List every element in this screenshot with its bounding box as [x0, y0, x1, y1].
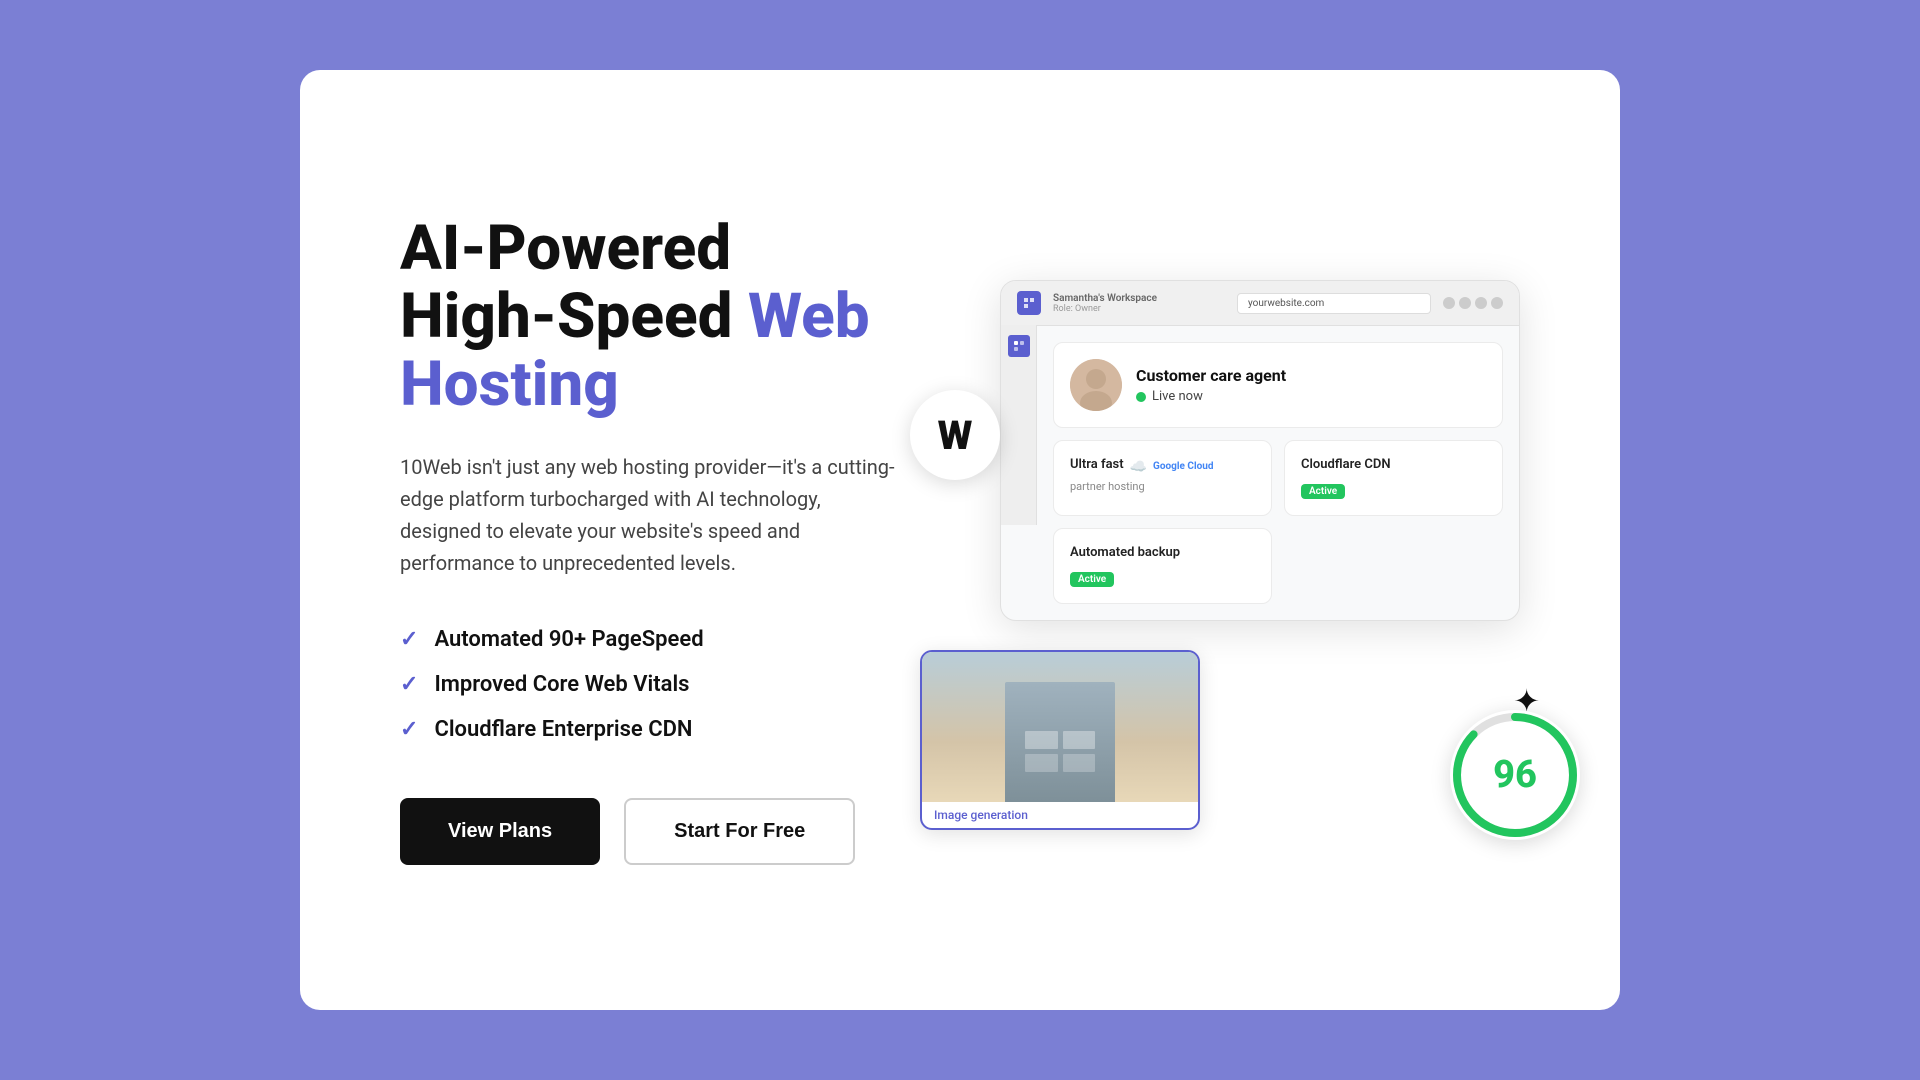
feature-label-3: Cloudflare Enterprise CDN: [434, 717, 692, 742]
cloudflare-status: Active: [1301, 484, 1345, 499]
live-dot: [1136, 392, 1146, 402]
toolbar-workspace: Samantha's Workspace: [1053, 293, 1225, 304]
score-circle-container: 96: [1450, 710, 1580, 840]
image-gen-preview: [922, 652, 1198, 802]
cloudflare-title: Cloudflare CDN: [1301, 457, 1486, 472]
agent-info: Customer care agent Live now: [1136, 366, 1286, 404]
agent-name: Customer care agent: [1136, 366, 1286, 385]
dashboard-sidebar: [1001, 325, 1037, 525]
toolbar-dot-1: [1443, 297, 1455, 309]
feature-item-1: ✓ Automated 90+ PageSpeed: [400, 627, 900, 652]
w-logo-bubble: W: [910, 390, 1000, 480]
toolbar-role: Role: Owner: [1053, 304, 1225, 314]
score-circle-bg: 96: [1450, 710, 1580, 840]
google-cloud-sub: partner hosting: [1070, 480, 1255, 493]
button-row: View Plans Start For Free: [400, 798, 900, 865]
cloudflare-card: Cloudflare CDN Active: [1284, 440, 1503, 516]
backup-card: Automated backup Active: [1053, 528, 1272, 604]
check-icon-1: ✓: [400, 627, 418, 652]
feature-list: ✓ Automated 90+ PageSpeed ✓ Improved Cor…: [400, 627, 900, 742]
feature-item-2: ✓ Improved Core Web Vitals: [400, 672, 900, 697]
feature-label-1: Automated 90+ PageSpeed: [434, 627, 703, 652]
toolbar-logo: [1017, 291, 1041, 315]
right-section: W Samantha's Workspace Role: Owner yourw…: [960, 280, 1520, 800]
backup-status: Active: [1070, 572, 1114, 587]
toolbar-dot-3: [1475, 297, 1487, 309]
google-cloud-brand: Google Cloud: [1153, 461, 1213, 472]
description: 10Web isn't just any web hosting provide…: [400, 451, 900, 579]
start-for-free-button[interactable]: Start For Free: [624, 798, 855, 865]
toolbar-info: Samantha's Workspace Role: Owner: [1053, 293, 1225, 314]
toolbar-url: yourwebsite.com: [1237, 293, 1431, 314]
live-label: Live now: [1152, 389, 1203, 404]
toolbar-dot-4: [1491, 297, 1503, 309]
image-gen-label: Image generation: [922, 802, 1198, 828]
live-indicator: Live now: [1136, 389, 1286, 404]
toolbar-dots: [1443, 297, 1503, 309]
feature-label-2: Improved Core Web Vitals: [434, 672, 689, 697]
score-number: 96: [1493, 753, 1537, 797]
view-plans-button[interactable]: View Plans: [400, 798, 600, 865]
headline: AI-Powered High-Speed Web Hosting: [400, 215, 900, 420]
toolbar-dot-2: [1459, 297, 1471, 309]
dashboard-content: Customer care agent Live now Ultra fast …: [1037, 326, 1519, 620]
image-gen-card: Image generation: [920, 650, 1200, 830]
google-cloud-card: Ultra fast ☁️ Google Cloud partner hosti…: [1053, 440, 1272, 516]
sidebar-icon-box: [1008, 335, 1030, 357]
check-icon-2: ✓: [400, 672, 418, 697]
dashboard-toolbar: Samantha's Workspace Role: Owner yourweb…: [1001, 281, 1519, 326]
main-card: AI-Powered High-Speed Web Hosting 10Web …: [300, 70, 1620, 1010]
backup-title: Automated backup: [1070, 545, 1255, 560]
google-cloud-title: Ultra fast: [1070, 457, 1124, 472]
customer-care-card: Customer care agent Live now: [1053, 342, 1503, 428]
headline-part1: AI-Powered High-Speed: [400, 212, 748, 353]
google-cloud-icon: ☁️: [1130, 459, 1147, 475]
feature-item-3: ✓ Cloudflare Enterprise CDN: [400, 717, 900, 742]
check-icon-3: ✓: [400, 717, 418, 742]
left-section: AI-Powered High-Speed Web Hosting 10Web …: [400, 215, 960, 866]
dashboard-card: Samantha's Workspace Role: Owner yourweb…: [1000, 280, 1520, 621]
agent-avatar: [1070, 359, 1122, 411]
